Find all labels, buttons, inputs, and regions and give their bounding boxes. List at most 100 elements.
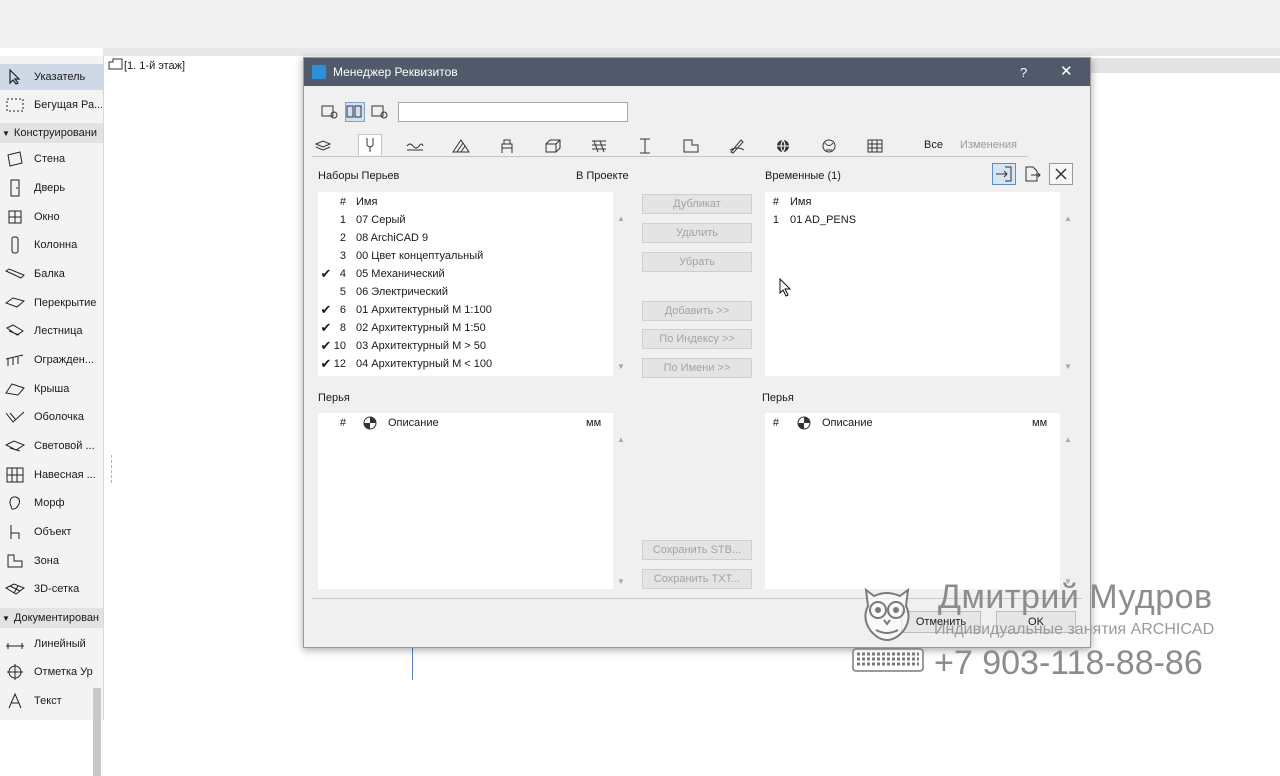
export-file-icon <box>1025 166 1041 182</box>
tool-marquee[interactable]: Бегущая Ра... <box>0 92 103 118</box>
scroll-up-arrow-icon[interactable]: ▲ <box>614 214 628 223</box>
list-item[interactable]: 1 01 AD_PENS <box>765 211 1060 229</box>
close-file-button[interactable] <box>1049 163 1073 185</box>
tab-fills[interactable] <box>450 137 472 155</box>
tool-pointer[interactable]: Указатель <box>0 64 103 90</box>
tab-changes[interactable]: Изменения <box>960 139 1017 151</box>
tab-profiles[interactable] <box>542 137 564 155</box>
tab-operation-profiles[interactable] <box>818 137 840 155</box>
new-file-button[interactable] <box>1020 163 1044 185</box>
help-button[interactable]: ? <box>1020 65 1027 80</box>
open-file-button[interactable] <box>992 163 1016 185</box>
tab-line-types[interactable] <box>404 137 426 155</box>
tab-tables[interactable] <box>864 137 886 155</box>
list-item[interactable]: ✔ 6 01 Архитектурный М 1:100 <box>318 301 613 319</box>
view-both-button[interactable] <box>345 102 365 122</box>
row-number: 4 <box>339 268 346 280</box>
delete-button[interactable]: Удалить <box>642 223 752 243</box>
section-design[interactable]: ▼ Конструировани <box>0 123 103 143</box>
list-header: # Имя <box>318 193 613 211</box>
scroll-up-arrow-icon[interactable]: ▲ <box>1061 435 1075 444</box>
floor-tab[interactable]: [1. 1-й этаж] <box>108 58 185 73</box>
add-button[interactable]: Добавить >> <box>642 301 752 321</box>
save-txt-button[interactable]: Сохранить TXT... <box>642 569 752 589</box>
watermark-phone: +7 903-118-88-86 <box>934 644 1203 682</box>
list-item[interactable]: ✔ 12 04 Архитектурный М < 100 <box>318 355 613 373</box>
tab-zones[interactable] <box>588 137 610 155</box>
tool-window[interactable]: Окно <box>0 204 103 230</box>
linear-dimension-icon <box>4 635 26 653</box>
tab-composites[interactable] <box>496 137 518 155</box>
by-name-button[interactable]: По Имени >> <box>642 358 752 378</box>
list-item[interactable]: ✔ 4 05 Механический <box>318 265 613 283</box>
scroll-up-arrow-icon[interactable]: ▲ <box>1061 214 1075 223</box>
scroll-down-arrow-icon[interactable]: ▼ <box>614 577 628 586</box>
tool-label: Световой ... <box>34 440 95 452</box>
tool-stair[interactable]: Лестница <box>0 318 103 344</box>
row-number: 1 <box>772 214 779 226</box>
list-item[interactable]: ✔ 8 02 Архитектурный М 1:50 <box>318 319 613 337</box>
tool-level-dimension[interactable]: Отметка Ур <box>0 659 103 685</box>
section-documentation[interactable]: ▼ Документирован <box>0 608 103 628</box>
scroll-down-arrow-icon[interactable]: ▼ <box>1061 362 1075 371</box>
tool-door[interactable]: Дверь <box>0 175 103 201</box>
by-index-button[interactable]: По Индексу >> <box>642 329 752 349</box>
layers-icon <box>315 140 331 151</box>
close-icon <box>1055 168 1067 180</box>
tab-mep[interactable] <box>772 137 794 155</box>
toolbox-scrollbar[interactable] <box>93 688 101 776</box>
roof-icon <box>4 380 26 398</box>
tab-all[interactable]: Все <box>924 139 943 151</box>
pens-right-list: # Описание мм <box>765 413 1060 589</box>
tool-morph[interactable]: Морф <box>0 490 103 516</box>
line-types-icon <box>406 143 424 151</box>
column-name-header: Имя <box>356 196 378 208</box>
tab-surfaces[interactable] <box>680 137 702 155</box>
beam-icon <box>4 265 26 283</box>
tool-label: Перекрытие <box>34 297 97 309</box>
list-item[interactable]: 1 07 Серый <box>318 211 613 229</box>
curtain-wall-icon <box>4 466 26 484</box>
tool-wall[interactable]: Стена <box>0 146 103 172</box>
list-item[interactable]: 3 00 Цвет концептуальный <box>318 247 613 265</box>
tool-railing[interactable]: Огражден... <box>0 347 103 373</box>
row-name: 00 Цвет концептуальный <box>356 250 484 262</box>
list-header: # Описание мм <box>318 414 613 432</box>
tab-markup[interactable] <box>726 137 748 155</box>
search-input[interactable] <box>398 102 628 122</box>
pens-left-list: # Описание мм <box>318 413 613 589</box>
tab-layers[interactable] <box>312 137 334 155</box>
duplicate-button[interactable]: Дубликат <box>642 194 752 214</box>
list-item[interactable]: 2 08 ArchiCAD 9 <box>318 229 613 247</box>
tool-text[interactable]: Текст <box>0 688 103 714</box>
scroll-up-arrow-icon[interactable]: ▲ <box>614 435 628 444</box>
watermark-name: Дмитрий Мудров <box>938 578 1213 616</box>
import-arrow-icon <box>996 166 1012 182</box>
list-item[interactable]: ✔ 10 03 Архитектурный М > 50 <box>318 337 613 355</box>
tool-column[interactable]: Колонна <box>0 232 103 258</box>
tool-shell[interactable]: Оболочка <box>0 404 103 430</box>
tool-slab[interactable]: Перекрытие <box>0 290 103 316</box>
tool-label: Стена <box>34 153 66 165</box>
scroll-down-arrow-icon[interactable]: ▼ <box>614 362 628 371</box>
view-right-button[interactable] <box>370 102 390 122</box>
tab-pens[interactable] <box>358 134 382 155</box>
tool-object[interactable]: Объект <box>0 519 103 545</box>
tool-mesh[interactable]: 3D-сетка <box>0 576 103 602</box>
tool-skylight[interactable]: Световой ... <box>0 433 103 459</box>
tool-zone[interactable]: Зона <box>0 548 103 574</box>
tool-linear-dimension[interactable]: Линейный <box>0 631 103 657</box>
tool-roof[interactable]: Крыша <box>0 376 103 402</box>
close-button[interactable]: ✕ <box>1060 62 1073 80</box>
list-item[interactable]: 5 06 Электрический <box>318 283 613 301</box>
save-stb-button[interactable]: Сохранить STB... <box>642 540 752 560</box>
morph-icon <box>4 494 26 512</box>
remove-button[interactable]: Убрать <box>642 252 752 272</box>
top-strip <box>103 48 1280 56</box>
tool-beam[interactable]: Балка <box>0 261 103 287</box>
tool-label: Лестница <box>34 325 83 337</box>
tab-building-materials[interactable] <box>634 137 656 155</box>
tool-curtain-wall[interactable]: Навесная ... <box>0 462 103 488</box>
fills-icon <box>452 139 470 153</box>
view-left-button[interactable] <box>320 102 340 122</box>
